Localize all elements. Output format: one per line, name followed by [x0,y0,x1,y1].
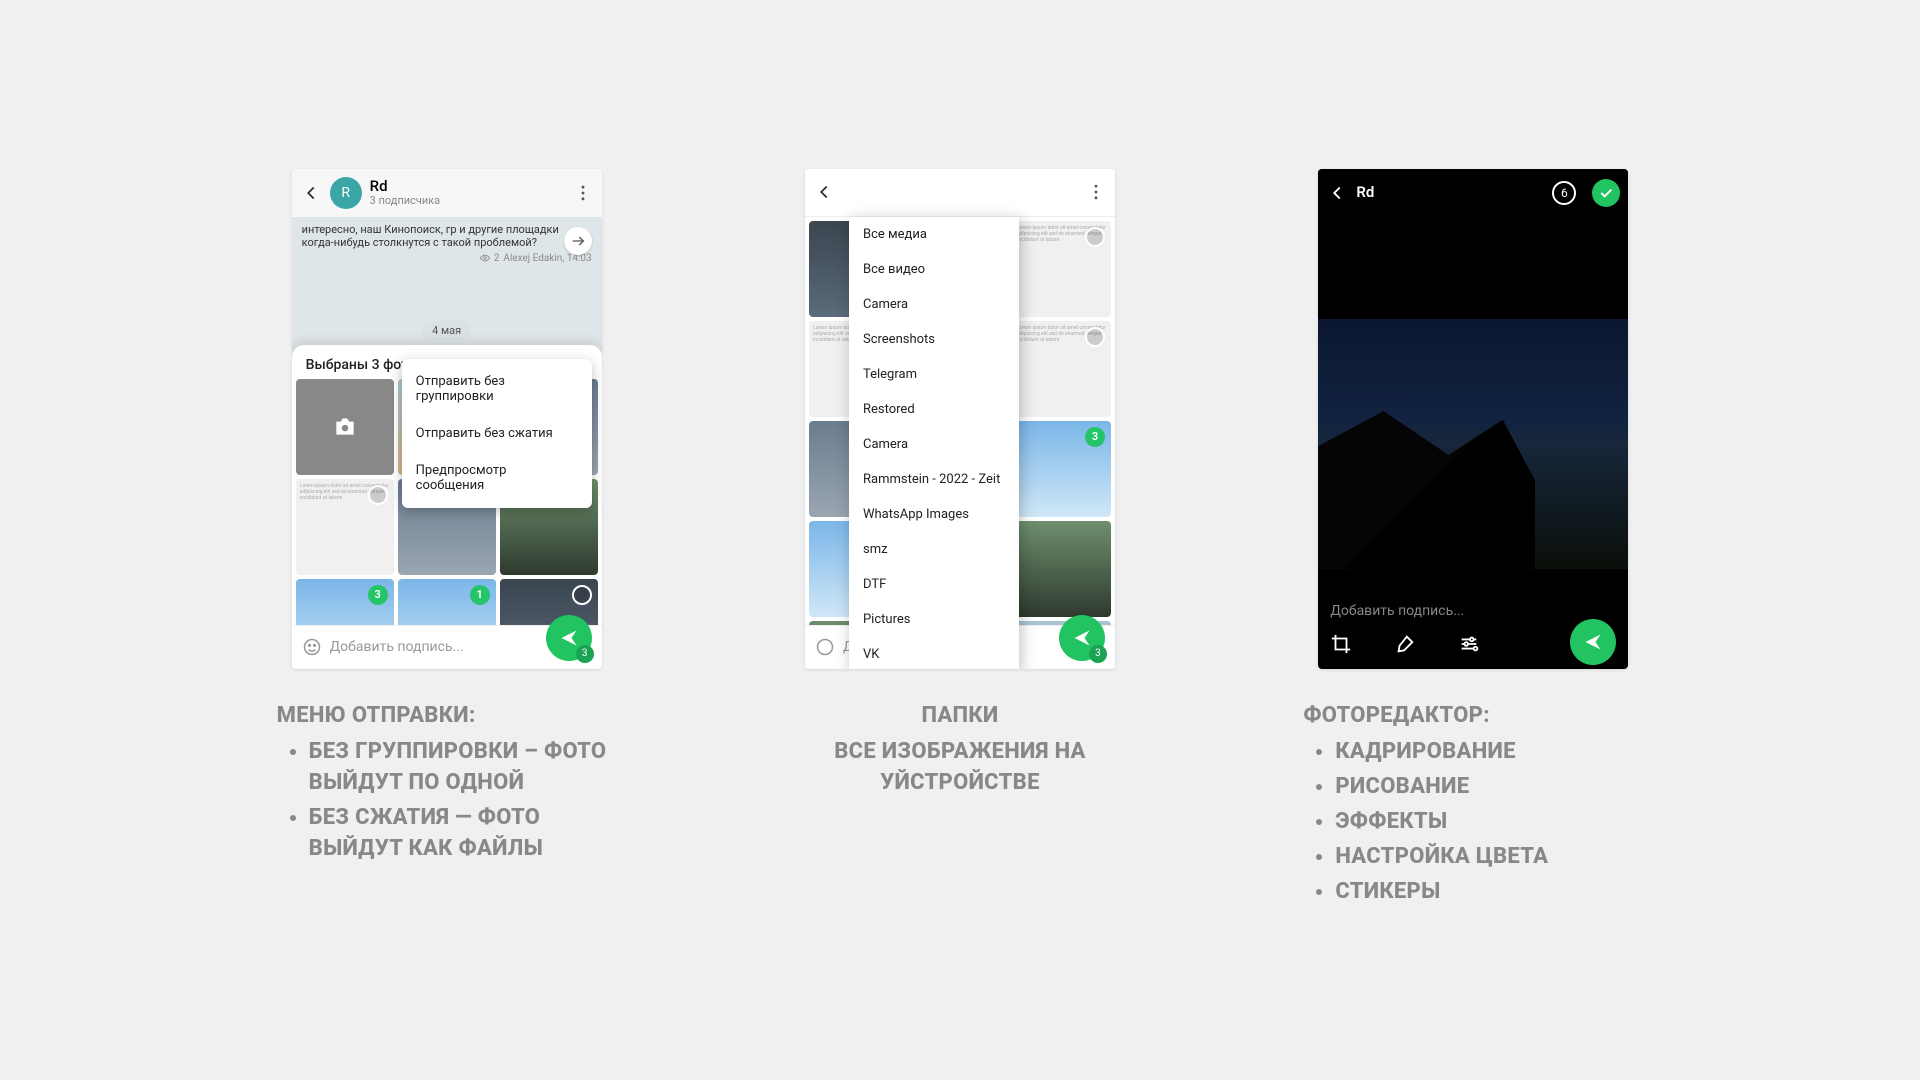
gallery-thumb[interactable] [1013,521,1111,617]
send-options-menu: Отправить без группировкиОтправить без с… [402,359,592,508]
phone-1: R Rd 3 подписчика интересно, наш Кинопои… [292,169,602,669]
caption-folders: ПАПКИ ВСЕ ИЗОБРАЖЕНИЯ НА УЙСТРОЙСТВЕ [790,701,1130,799]
more-icon[interactable] [1085,181,1107,203]
folder-item[interactable]: DTF [849,567,1019,602]
caption-send-menu: МЕНЮ ОТПРАВКИ: БЕЗ ГРУППИРОВКИ – ФОТО ВЫ… [277,701,617,869]
selected-count-badge: 3 [576,645,594,663]
selection-badge[interactable] [368,485,388,505]
selection-badge[interactable]: 3 [368,585,388,605]
confirm-icon[interactable] [1592,179,1620,207]
caption-input[interactable]: Добавить подпись... [1330,603,1616,619]
folder-item[interactable]: Все медиа [849,217,1019,252]
message-meta: 2 Alexej Edakin, 14:03 [302,253,592,264]
folder-item[interactable]: VK [849,637,1019,669]
folder-item[interactable]: Restored [849,392,1019,427]
folder-item[interactable]: Все видео [849,252,1019,287]
subscribers-count: 3 подписчика [370,194,441,207]
folder-item[interactable]: WhatsApp Images [849,497,1019,532]
folder-item[interactable]: Screenshots [849,322,1019,357]
crop-icon[interactable] [1330,633,1352,655]
layout-row: R Rd 3 подписчика интересно, наш Кинопои… [210,169,1710,912]
avatar[interactable]: R [330,177,362,209]
emoji-icon[interactable] [302,637,322,657]
folder-item[interactable]: Camera [849,287,1019,322]
channel-name[interactable]: Rd [370,179,441,194]
selection-badge[interactable] [572,585,592,605]
phone-3: Rd 6 Добавить подпись... [1318,169,1628,669]
back-icon[interactable] [300,182,322,204]
back-icon[interactable] [813,181,835,203]
folder-item[interactable]: Camera [849,427,1019,462]
brush-icon[interactable] [1394,633,1416,655]
col-send-menu: R Rd 3 подписчика интересно, наш Кинопои… [210,169,683,912]
folder-item[interactable]: smz [849,532,1019,567]
send-button[interactable] [1570,619,1616,665]
gallery-thumb[interactable] [500,579,598,625]
share-icon[interactable] [564,227,592,255]
editor-preview[interactable] [1318,319,1628,569]
col-folders: Lorem ipsum dolor sit amet consectetur a… [723,169,1196,912]
menu-item[interactable]: Отправить без сжатия [402,415,592,452]
selection-badge[interactable]: 1 [470,585,490,605]
gallery-thumb[interactable]: Lorem ipsum dolor sit amet consectetur a… [1013,221,1111,317]
editor-title: Rd [1356,185,1374,200]
editor-header: Rd 6 [1318,169,1628,217]
message-text: интересно, наш Кинопоиск, гр и другие пл… [302,223,592,249]
caption-editor: ФОТОРЕДАКТОР: КАДРИРОВАНИЕРИСОВАНИЕЭФФЕК… [1303,701,1643,912]
folders-dropdown: Все медиаВсе видеоCameraScreenshotsTeleg… [849,217,1019,669]
menu-item[interactable]: Предпросмотр сообщения [402,452,592,504]
gallery-thumb[interactable]: 1 [398,579,496,625]
editor-bottom-bar: Добавить подпись... [1318,593,1628,669]
gallery-thumb[interactable]: Lorem ipsum dolor sit amet consectetur a… [1013,321,1111,417]
selection-badge[interactable] [1085,327,1105,347]
caption-bar: Добавить подпись... 3 [292,625,602,669]
selected-count-badge: 3 [1089,645,1107,663]
menu-item[interactable]: Отправить без группировки [402,363,592,415]
phone-2: Lorem ipsum dolor sit amet consectetur a… [805,169,1115,669]
folder-item[interactable]: Rammstein - 2022 - Zeit [849,462,1019,497]
gallery-thumb[interactable] [296,379,394,475]
send-button[interactable]: 3 [546,615,592,661]
send-button[interactable]: 3 [1059,615,1105,661]
emoji-icon[interactable] [815,637,835,657]
selection-badge[interactable] [1085,227,1105,247]
selection-badge[interactable]: 3 [1085,427,1105,447]
col-editor: Rd 6 Добавить подпись... [1237,169,1710,912]
tune-icon[interactable] [1458,633,1480,655]
more-icon[interactable] [572,182,594,204]
gallery-header [805,169,1115,217]
folder-item[interactable]: Telegram [849,357,1019,392]
chat-header: R Rd 3 подписчика [292,169,602,217]
date-chip: 4 мая [422,321,471,340]
gallery-thumb[interactable]: Lorem ipsum dolor sit amet consectetur a… [296,479,394,575]
gallery-thumb[interactable]: 3 [296,579,394,625]
selected-counter[interactable]: 6 [1552,181,1576,205]
back-icon[interactable] [1326,182,1348,204]
folder-item[interactable]: Pictures [849,602,1019,637]
gallery-thumb[interactable]: 3 [1013,421,1111,517]
